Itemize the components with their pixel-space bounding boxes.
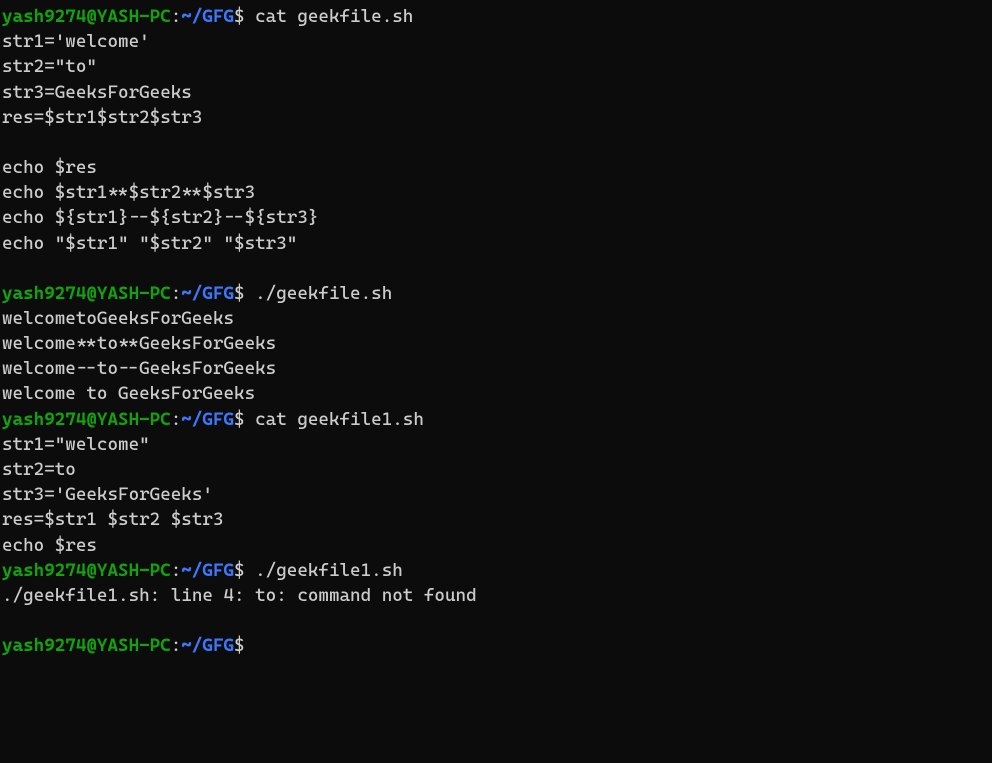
output-text: echo $res — [2, 157, 97, 178]
output-text: welcome to GeeksForGeeks — [2, 383, 255, 404]
prompt-path: ~/GFG — [181, 635, 234, 656]
prompt-dollar: $ — [234, 409, 245, 430]
terminal-line: res=$str1 $str2 $str3 — [2, 507, 990, 532]
terminal-line: yash9274@YASH-PC:~/GFG$ cat geekfile1.sh — [2, 407, 990, 432]
terminal-line: ./geekfile1.sh: line 4: to: command not … — [2, 583, 990, 608]
terminal-line: str2="to" — [2, 54, 990, 79]
output-text: echo $str1**$str2**$str3 — [2, 182, 255, 203]
output-text: str2=to — [2, 459, 76, 480]
terminal-line: yash9274@YASH-PC:~/GFG$ ./geekfile.sh — [2, 281, 990, 306]
prompt-colon: : — [171, 635, 182, 656]
terminal-line: str3='GeeksForGeeks' — [2, 482, 990, 507]
terminal-output[interactable]: yash9274@YASH-PC:~/GFG$ cat geekfile.shs… — [2, 4, 990, 658]
prompt-user: yash9274@YASH-PC — [2, 283, 171, 304]
prompt-colon: : — [171, 560, 182, 581]
prompt-path: ~/GFG — [181, 6, 234, 27]
terminal-line — [2, 130, 990, 155]
output-text: res=$str1$str2$str3 — [2, 107, 202, 128]
prompt-path: ~/GFG — [181, 409, 234, 430]
terminal-line: str1="welcome" — [2, 432, 990, 457]
output-text: welcome--to--GeeksForGeeks — [2, 358, 276, 379]
prompt-user: yash9274@YASH-PC — [2, 560, 171, 581]
terminal-line: echo $res — [2, 533, 990, 558]
prompt-path: ~/GFG — [181, 560, 234, 581]
command-text: ./geekfile1.sh — [245, 560, 403, 581]
terminal-line: echo ${str1}--${str2}--${str3} — [2, 205, 990, 230]
prompt-colon: : — [171, 6, 182, 27]
terminal-line: welcome--to--GeeksForGeeks — [2, 356, 990, 381]
output-text: str3='GeeksForGeeks' — [2, 484, 213, 505]
terminal-line: echo $res — [2, 155, 990, 180]
terminal-line: echo $str1**$str2**$str3 — [2, 180, 990, 205]
terminal-line: yash9274@YASH-PC:~/GFG$ ./geekfile1.sh — [2, 558, 990, 583]
output-text: echo $res — [2, 535, 97, 556]
prompt-user: yash9274@YASH-PC — [2, 635, 171, 656]
output-text: str3=GeeksForGeeks — [2, 82, 192, 103]
output-text: echo "$str1" "$str2" "$str3" — [2, 233, 297, 254]
terminal-line: str1='welcome' — [2, 29, 990, 54]
prompt-dollar: $ — [234, 635, 245, 656]
terminal-line: str2=to — [2, 457, 990, 482]
terminal-line: welcome**to**GeeksForGeeks — [2, 331, 990, 356]
terminal-line: yash9274@YASH-PC:~/GFG$ cat geekfile.sh — [2, 4, 990, 29]
prompt-dollar: $ — [234, 283, 245, 304]
command-text: cat geekfile.sh — [245, 6, 414, 27]
command-text: ./geekfile.sh — [245, 283, 393, 304]
prompt-dollar: $ — [234, 6, 245, 27]
terminal-line: welcome to GeeksForGeeks — [2, 381, 990, 406]
terminal-line: echo "$str1" "$str2" "$str3" — [2, 231, 990, 256]
prompt-user: yash9274@YASH-PC — [2, 6, 171, 27]
command-text: cat geekfile1.sh — [245, 409, 424, 430]
terminal-line: welcometoGeeksForGeeks — [2, 306, 990, 331]
output-text: str2="to" — [2, 56, 97, 77]
prompt-path: ~/GFG — [181, 283, 234, 304]
terminal-line — [2, 256, 990, 281]
output-text: ./geekfile1.sh: line 4: to: command not … — [2, 585, 477, 606]
output-text: res=$str1 $str2 $str3 — [2, 509, 223, 530]
prompt-dollar: $ — [234, 560, 245, 581]
terminal-line: res=$str1$str2$str3 — [2, 105, 990, 130]
terminal-line — [2, 608, 990, 633]
output-text: echo ${str1}--${str2}--${str3} — [2, 207, 318, 228]
prompt-colon: : — [171, 409, 182, 430]
output-text: welcometoGeeksForGeeks — [2, 308, 234, 329]
output-text: str1='welcome' — [2, 31, 150, 52]
terminal-line: str3=GeeksForGeeks — [2, 80, 990, 105]
terminal-line: yash9274@YASH-PC:~/GFG$ — [2, 633, 990, 658]
output-text: welcome**to**GeeksForGeeks — [2, 333, 276, 354]
prompt-user: yash9274@YASH-PC — [2, 409, 171, 430]
output-text: str1="welcome" — [2, 434, 150, 455]
prompt-colon: : — [171, 283, 182, 304]
